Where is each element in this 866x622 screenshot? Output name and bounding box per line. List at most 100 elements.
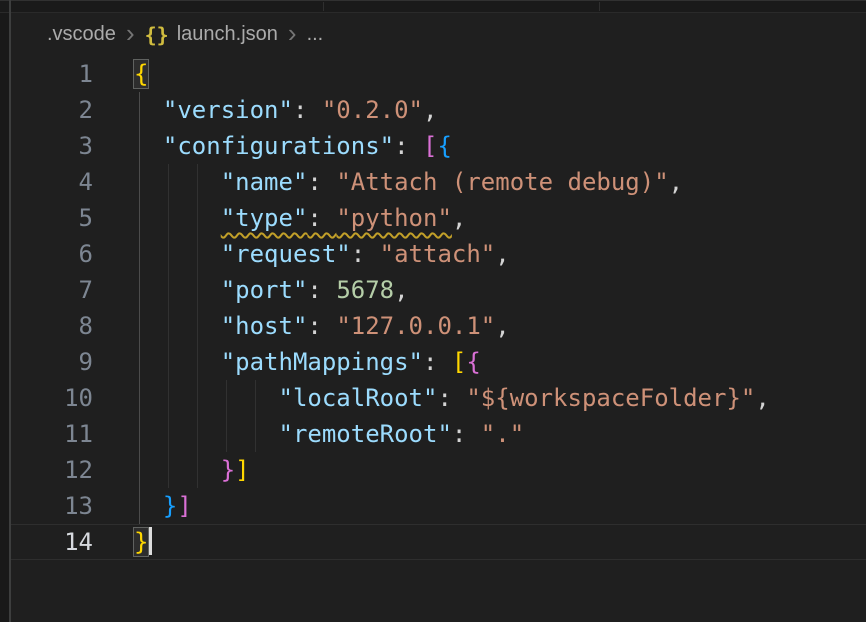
- code-token: [134, 492, 163, 520]
- code-token: "Attach (remote debug)": [336, 168, 668, 196]
- line-number[interactable]: 2: [11, 92, 134, 128]
- line-number[interactable]: 1: [11, 56, 134, 92]
- code-token: :: [394, 132, 423, 160]
- code-line[interactable]: 1{: [11, 56, 866, 92]
- line-number[interactable]: 8: [11, 308, 134, 344]
- code-token: :: [423, 348, 452, 376]
- code-token: [134, 276, 221, 304]
- code-token: "localRoot": [279, 384, 438, 412]
- code-line[interactable]: 2 "version": "0.2.0",: [11, 92, 866, 128]
- code-token: [134, 384, 279, 412]
- line-number[interactable]: 4: [11, 164, 134, 200]
- tab-bar: [0, 0, 866, 13]
- breadcrumb-symbol-more[interactable]: ...: [307, 23, 324, 46]
- code-token: [134, 456, 221, 484]
- code-content: }]: [134, 452, 866, 488]
- code-token: :: [351, 240, 380, 268]
- code-token: ,: [452, 204, 466, 232]
- code-line[interactable]: 5 "type": "python",: [11, 200, 866, 236]
- code-token: ,: [495, 312, 509, 340]
- breadcrumb: .vscode › {} launch.json › ...: [11, 13, 866, 56]
- code-token: "attach": [380, 240, 496, 268]
- code-token: "version": [163, 96, 293, 124]
- code-content: "type": "python",: [134, 200, 866, 236]
- code-token: ,: [495, 240, 509, 268]
- code-token: "host": [221, 312, 308, 340]
- breadcrumb-file[interactable]: launch.json: [177, 23, 278, 46]
- line-number[interactable]: 12: [11, 452, 134, 488]
- code-token: "name": [221, 168, 308, 196]
- line-number[interactable]: 14: [11, 524, 134, 560]
- code-token: {: [134, 60, 148, 88]
- code-token: [134, 420, 279, 448]
- code-token: {: [437, 132, 451, 160]
- code-token: ,: [755, 384, 769, 412]
- code-token: "remoteRoot": [279, 420, 452, 448]
- code-token: "pathMappings": [221, 348, 423, 376]
- sidebar-edge: [0, 13, 9, 622]
- code-line[interactable]: 13 }]: [11, 488, 866, 524]
- chevron-right-icon: ›: [126, 20, 135, 46]
- code-line[interactable]: 6 "request": "attach",: [11, 236, 866, 272]
- code-token: ".": [481, 420, 524, 448]
- code-token: "0.2.0": [322, 96, 423, 124]
- breadcrumb-folder[interactable]: .vscode: [47, 23, 116, 46]
- code-lines: 1{2 "version": "0.2.0",3 "configurations…: [11, 56, 866, 560]
- code-line[interactable]: 12 }]: [11, 452, 866, 488]
- code-token: "python": [336, 204, 452, 232]
- code-token: }: [134, 528, 148, 556]
- code-line[interactable]: 9 "pathMappings": [{: [11, 344, 866, 380]
- code-token: [134, 204, 221, 232]
- line-number[interactable]: 11: [11, 416, 134, 452]
- code-content: "pathMappings": [{: [134, 344, 866, 380]
- code-token: ,: [394, 276, 408, 304]
- code-token: [134, 348, 221, 376]
- code-content: "remoteRoot": ".": [134, 416, 866, 452]
- code-token: "request": [221, 240, 351, 268]
- code-token: ]: [177, 492, 191, 520]
- code-token: "port": [221, 276, 308, 304]
- code-token: :: [293, 96, 322, 124]
- code-content: "request": "attach",: [134, 236, 866, 272]
- code-token: [134, 168, 221, 196]
- code-token: [: [423, 132, 437, 160]
- code-content: "configurations": [{: [134, 128, 866, 164]
- line-number[interactable]: 5: [11, 200, 134, 236]
- code-token: ,: [423, 96, 437, 124]
- line-number[interactable]: 10: [11, 380, 134, 416]
- line-number[interactable]: 3: [11, 128, 134, 164]
- line-number[interactable]: 6: [11, 236, 134, 272]
- code-content: "host": "127.0.0.1",: [134, 308, 866, 344]
- code-content: {: [134, 56, 866, 92]
- text-cursor: [149, 527, 152, 555]
- code-line[interactable]: 3 "configurations": [{: [11, 128, 866, 164]
- code-token: [134, 240, 221, 268]
- line-number[interactable]: 9: [11, 344, 134, 380]
- chevron-right-icon: ›: [288, 20, 297, 46]
- code-token: "127.0.0.1": [336, 312, 495, 340]
- code-token: :: [307, 168, 336, 196]
- code-line[interactable]: 10 "localRoot": "${workspaceFolder}",: [11, 380, 866, 416]
- code-token: "type": [221, 204, 308, 232]
- code-token: {: [466, 348, 480, 376]
- code-line[interactable]: 11 "remoteRoot": ".": [11, 416, 866, 452]
- code-content: "localRoot": "${workspaceFolder}",: [134, 380, 866, 416]
- code-token: [134, 96, 163, 124]
- code-line[interactable]: 7 "port": 5678,: [11, 272, 866, 308]
- code-line[interactable]: 14}: [11, 524, 866, 560]
- code-token: [: [452, 348, 466, 376]
- code-content: "version": "0.2.0",: [134, 92, 866, 128]
- code-line[interactable]: 4 "name": "Attach (remote debug)",: [11, 164, 866, 200]
- code-token: :: [437, 384, 466, 412]
- code-token: [134, 312, 221, 340]
- code-token: "${workspaceFolder}": [466, 384, 755, 412]
- line-number[interactable]: 7: [11, 272, 134, 308]
- code-token: 5678: [336, 276, 394, 304]
- code-token: ]: [235, 456, 249, 484]
- code-line[interactable]: 8 "host": "127.0.0.1",: [11, 308, 866, 344]
- code-content: "name": "Attach (remote debug)",: [134, 164, 866, 200]
- code-token: }: [163, 492, 177, 520]
- line-number[interactable]: 13: [11, 488, 134, 524]
- code-editor[interactable]: 1{2 "version": "0.2.0",3 "configurations…: [11, 56, 866, 622]
- tab-separator: [599, 2, 600, 11]
